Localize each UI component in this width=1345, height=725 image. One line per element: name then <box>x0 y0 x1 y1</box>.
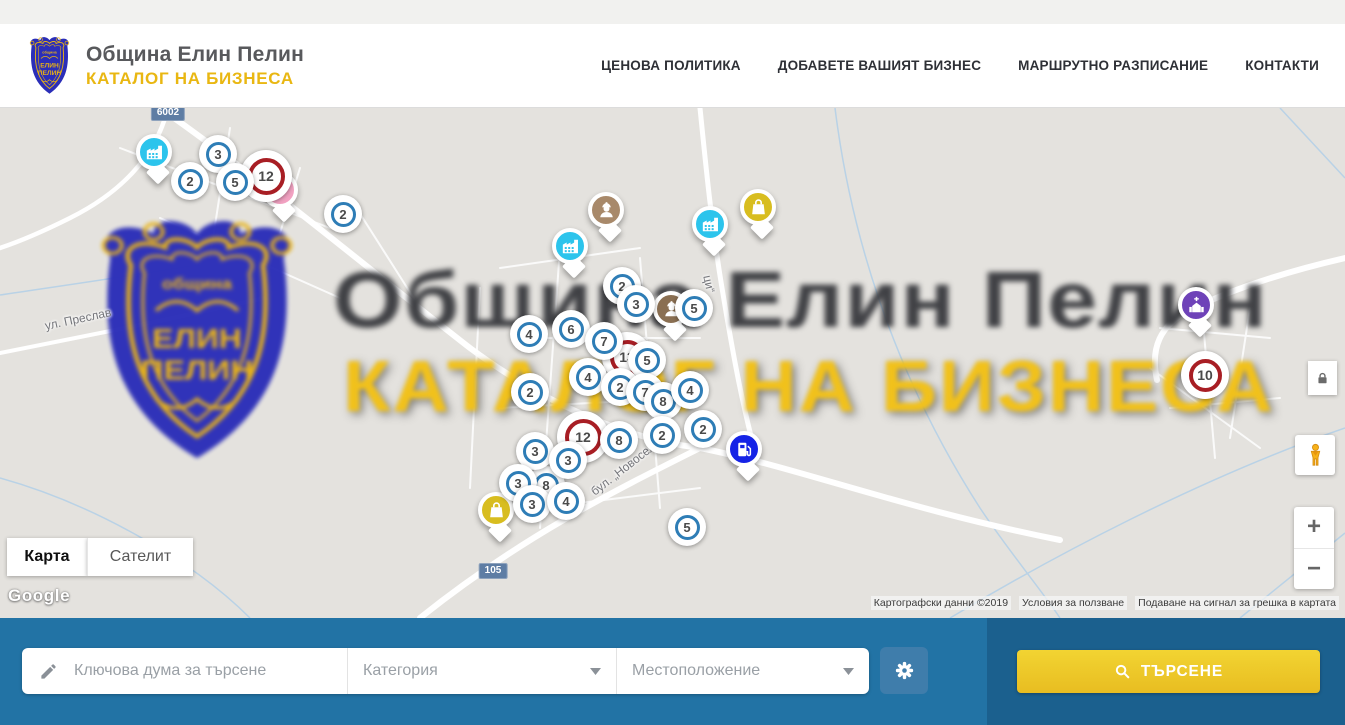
svg-text:община: община <box>42 50 57 54</box>
road-number-chip: 105 <box>479 563 508 579</box>
gear-icon <box>893 659 916 682</box>
pegman-streetview-button[interactable] <box>1295 435 1335 475</box>
map-cluster-marker[interactable]: 2 <box>643 416 681 454</box>
map-type-map-button[interactable]: Карта <box>7 538 87 576</box>
map-pin-marker-bag[interactable] <box>740 189 784 247</box>
top-strip <box>0 0 1345 24</box>
map-pin-marker-fuel[interactable] <box>726 431 770 489</box>
location-select[interactable]: Местоположение <box>616 648 869 694</box>
svg-text:ЕЛИН: ЕЛИН <box>40 62 59 69</box>
map-attribution: Картографски данни ©2019 Условия за ползв… <box>871 596 1339 610</box>
nav-link-pricing-policy[interactable]: ЦЕНОВА ПОЛИТИКА <box>601 58 741 73</box>
zoom-out-button[interactable]: − <box>1294 549 1334 590</box>
map-pin-marker-factory[interactable] <box>552 228 596 286</box>
keyword-search-input[interactable] <box>72 661 347 681</box>
google-logo[interactable]: Google <box>8 586 70 606</box>
pegman-icon <box>1302 442 1329 469</box>
nav-link-route-schedule[interactable]: МАРШРУТНО РАЗПИСАНИЕ <box>1018 58 1208 73</box>
map-cluster-marker[interactable]: 2 <box>324 195 362 233</box>
page-title: Община Елин Пелин <box>86 43 304 67</box>
map-cluster-marker[interactable]: 4 <box>510 315 548 353</box>
map-attribution-item-2[interactable]: Подаване на сигнал за грешка в картата <box>1135 596 1339 610</box>
advanced-settings-button[interactable] <box>880 647 928 694</box>
keyword-field-wrap <box>22 648 347 694</box>
page-subtitle: КАТАЛОГ НА БИЗНЕСА <box>86 69 304 89</box>
google-map[interactable]: община ЕЛИН ПЕЛИН Община Елин Пелин КАТА… <box>0 108 1345 618</box>
map-attribution-item-1[interactable]: Условия за ползване <box>1019 596 1127 610</box>
map-cluster-marker[interactable]: 4 <box>671 371 709 409</box>
main-nav: ЦЕНОВА ПОЛИТИКА ДОБАВЕТЕ ВАШИЯТ БИЗНЕС МАР… <box>601 58 1319 73</box>
lock-button[interactable] <box>1308 361 1337 395</box>
map-cluster-marker[interactable]: 3 <box>513 485 551 523</box>
map-cluster-marker[interactable]: 5 <box>675 289 713 327</box>
map-cluster-marker[interactable]: 2 <box>684 410 722 448</box>
map-pin-marker-church[interactable] <box>1178 287 1222 345</box>
pencil-icon <box>39 662 58 681</box>
search-group: Категория Местоположение <box>22 648 869 694</box>
search-button-label: ТЪРСЕНЕ <box>1141 663 1223 681</box>
map-cluster-marker[interactable]: 7 <box>585 322 623 360</box>
zoom-control: + − <box>1294 507 1334 589</box>
zoom-in-button[interactable]: + <box>1294 507 1334 549</box>
search-button[interactable]: ТЪРСЕНЕ <box>1017 650 1320 693</box>
chevron-down-icon <box>590 668 601 675</box>
category-select[interactable]: Категория <box>347 648 616 694</box>
search-bar: Категория Местоположение ТЪРСЕНЕ <box>0 618 1345 725</box>
map-cluster-marker[interactable]: 3 <box>617 285 655 323</box>
map-attribution-item-0: Картографски данни ©2019 <box>871 596 1011 610</box>
map-cluster-marker[interactable]: 5 <box>668 508 706 546</box>
nav-link-contacts[interactable]: КОНТАКТИ <box>1245 58 1319 73</box>
nav-link-add-your-business[interactable]: ДОБАВЕТЕ ВАШИЯТ БИЗНЕС <box>778 58 981 73</box>
map-cluster-marker[interactable]: 10 <box>1181 351 1229 399</box>
map-cluster-marker[interactable]: 4 <box>547 482 585 520</box>
site-header: община ЕЛИН ПЕЛИН Община Елин Пелин КАТА… <box>0 24 1345 108</box>
chevron-down-icon <box>843 668 854 675</box>
map-cluster-marker[interactable]: 2 <box>511 373 549 411</box>
map-cluster-marker[interactable]: 5 <box>216 163 254 201</box>
location-placeholder: Местоположение <box>632 662 760 680</box>
map-type-satellite-button[interactable]: Сателит <box>87 538 193 576</box>
map-cluster-marker[interactable]: 8 <box>600 421 638 459</box>
municipality-crest-logo: община ЕЛИН ПЕЛИН <box>26 33 73 99</box>
map-cluster-marker[interactable]: 3 <box>549 441 587 479</box>
site-logo[interactable]: община ЕЛИН ПЕЛИН Община Елин Пелин КАТА… <box>26 33 304 99</box>
lock-icon <box>1315 371 1330 386</box>
map-pin-marker-factory[interactable] <box>692 206 736 264</box>
road-number-chip: 6002 <box>151 108 185 121</box>
svg-text:ПЕЛИН: ПЕЛИН <box>38 69 61 76</box>
map-pin-marker-factory[interactable] <box>136 134 180 192</box>
search-icon <box>1114 663 1131 680</box>
category-placeholder: Категория <box>363 662 438 680</box>
